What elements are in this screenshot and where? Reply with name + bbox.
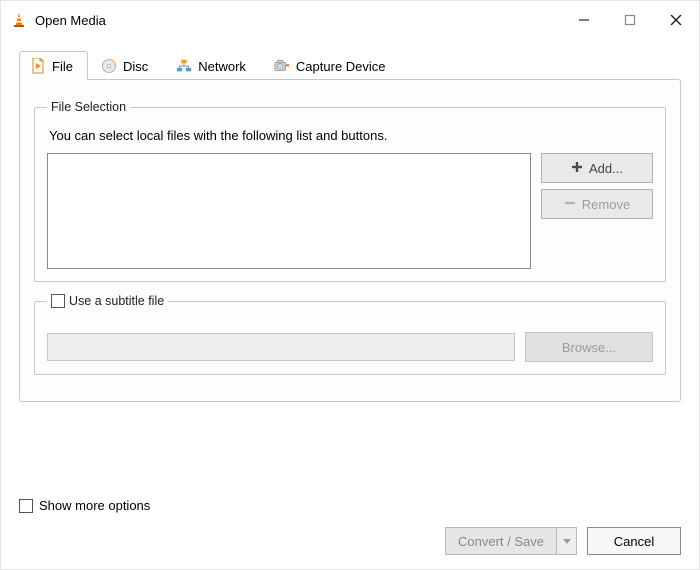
dialog-content: File Disc Network Capture Device (1, 39, 699, 402)
cancel-button[interactable]: Cancel (587, 527, 681, 555)
minus-icon (564, 197, 576, 212)
vlc-cone-icon (11, 12, 27, 28)
subtitle-legend-label: Use a subtitle file (69, 294, 164, 308)
file-selection-group: File Selection You can select local file… (34, 100, 666, 282)
browse-button-label: Browse... (562, 340, 616, 355)
cancel-label: Cancel (614, 534, 654, 549)
titlebar: Open Media (1, 1, 699, 39)
tab-disc[interactable]: Disc (90, 51, 163, 80)
subtitle-group: Use a subtitle file Browse... (34, 294, 666, 375)
tab-capture-label: Capture Device (296, 59, 386, 74)
maximize-button[interactable] (607, 1, 653, 39)
media-source-tabs: File Disc Network Capture Device (19, 51, 681, 80)
tab-file-label: File (52, 59, 73, 74)
plus-icon (571, 161, 583, 176)
close-button[interactable] (653, 1, 699, 39)
capture-device-icon (274, 58, 290, 74)
subtitle-path-input (47, 333, 515, 361)
window-title: Open Media (35, 13, 106, 28)
browse-subtitle-button: Browse... (525, 332, 653, 362)
use-subtitle-checkbox[interactable] (51, 294, 65, 308)
disc-icon (101, 58, 117, 74)
file-selection-legend: File Selection (47, 100, 130, 114)
minimize-button[interactable] (561, 1, 607, 39)
file-panel: File Selection You can select local file… (19, 79, 681, 402)
tab-capture[interactable]: Capture Device (263, 51, 401, 80)
file-icon (30, 58, 46, 74)
tab-network[interactable]: Network (165, 51, 261, 80)
remove-button[interactable]: Remove (541, 189, 653, 219)
tab-disc-label: Disc (123, 59, 148, 74)
chevron-down-icon (563, 532, 571, 550)
show-more-options-label: Show more options (39, 498, 150, 513)
show-more-options-checkbox[interactable] (19, 499, 33, 513)
network-icon (176, 58, 192, 74)
convert-save-label: Convert / Save (458, 534, 544, 549)
window-controls (561, 1, 699, 39)
convert-save-button[interactable]: Convert / Save (445, 527, 557, 555)
remove-button-label: Remove (582, 197, 630, 212)
add-button[interactable]: Add... (541, 153, 653, 183)
tab-file[interactable]: File (19, 51, 88, 80)
file-list[interactable] (47, 153, 531, 269)
convert-save-split-button: Convert / Save (445, 527, 577, 555)
open-media-dialog: Open Media File Disc (0, 0, 700, 570)
add-button-label: Add... (589, 161, 623, 176)
convert-save-dropdown-toggle[interactable] (557, 527, 577, 555)
tab-network-label: Network (198, 59, 246, 74)
dialog-footer: Show more options Convert / Save Cancel (1, 498, 699, 569)
file-selection-hint: You can select local files with the foll… (49, 128, 653, 143)
